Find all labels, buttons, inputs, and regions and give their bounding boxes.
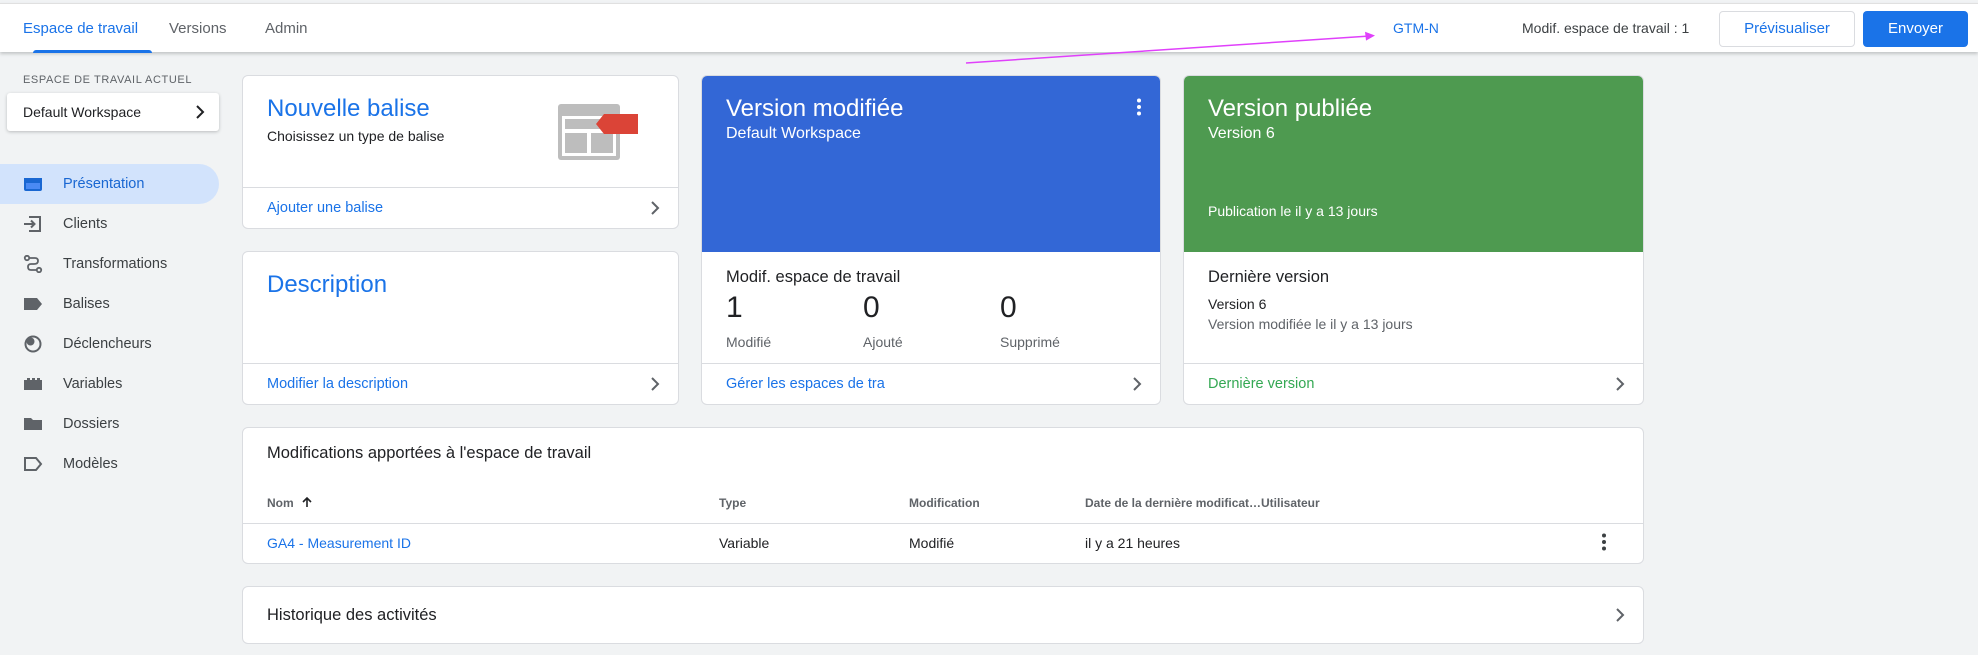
new-tag-subtitle: Choisissez un type de balise: [267, 128, 445, 144]
chevron-right-icon: [651, 201, 660, 215]
trigger-icon: [24, 335, 42, 353]
edit-description-link[interactable]: Modifier la description: [267, 364, 408, 404]
annotation-arrow: [965, 31, 1375, 64]
deleted-count: 0: [1000, 291, 1017, 324]
row-date: il y a 21 heures: [1085, 535, 1180, 551]
variables-icon: [24, 378, 42, 390]
sidebar-item-label: Clients: [63, 216, 108, 232]
published-version-card: Version publiée Version 6 Publication le…: [1183, 75, 1644, 405]
column-header-label: Nom: [267, 496, 294, 510]
sidebar-item-label: Dossiers: [63, 416, 120, 432]
transformations-icon: [23, 255, 43, 273]
row-name-link[interactable]: GA4 - Measurement ID: [267, 535, 411, 551]
published-version-number: Version 6: [1208, 125, 1275, 142]
modified-count: 1: [726, 291, 743, 324]
sidebar-item-label: Modèles: [63, 456, 118, 472]
workspace-changes-heading: Modif. espace de travail: [726, 268, 901, 286]
sidebar-item-variables[interactable]: Variables: [0, 364, 219, 404]
modified-version-footer[interactable]: Gérer les espaces de tra: [702, 363, 1160, 404]
modified-version-workspace: Default Workspace: [726, 125, 861, 142]
sidebar-item-label: Balises: [63, 296, 110, 312]
sidebar-item-clients[interactable]: Clients: [0, 204, 219, 244]
description-footer[interactable]: Modifier la description: [243, 363, 678, 404]
chevron-right-icon: [1133, 377, 1142, 391]
new-tag-footer[interactable]: Ajouter une balise: [243, 187, 678, 228]
tag-icon: [24, 298, 42, 310]
tab-workspace[interactable]: Espace de travail: [23, 4, 153, 53]
more-vert-icon[interactable]: [1136, 98, 1142, 116]
chevron-right-icon: [1616, 608, 1625, 622]
sidebar-item-tags[interactable]: Balises: [0, 284, 219, 324]
sidebar-item-templates[interactable]: Modèles: [0, 444, 219, 484]
new-tag-title[interactable]: Nouvelle balise: [267, 95, 430, 123]
row-change: Modifié: [909, 535, 955, 551]
activity-history-card[interactable]: Historique des activités: [242, 586, 1644, 644]
published-version-footer[interactable]: Dernière version: [1184, 363, 1643, 404]
latest-version-heading: Dernière version: [1208, 268, 1330, 286]
sidebar-item-label: Déclencheurs: [63, 336, 152, 352]
workspace-changes-count: Modif. espace de travail : 1: [1522, 20, 1690, 36]
latest-version-number: Version 6: [1208, 296, 1267, 312]
column-header-name[interactable]: Nom: [267, 496, 313, 510]
sidebar-item-label: Transformations: [63, 256, 168, 272]
latest-version-modified: Version modifiée le il y a 13 jours: [1208, 316, 1413, 332]
current-workspace-label: ESPACE DE TRAVAIL ACTUEL: [23, 74, 193, 86]
published-date: Publication le il y a 13 jours: [1208, 203, 1378, 219]
modified-label: Modifié: [726, 334, 772, 350]
tag-illustration-icon: [558, 104, 638, 160]
add-tag-link[interactable]: Ajouter une balise: [267, 188, 383, 228]
table-divider: [243, 523, 1643, 524]
more-vert-icon[interactable]: [1601, 533, 1607, 551]
modified-version-card: Version modifiée Default Workspace Modif…: [701, 75, 1161, 405]
workspace-selector[interactable]: Default Workspace: [7, 93, 219, 131]
tab-admin[interactable]: Admin: [265, 4, 308, 53]
chevron-right-icon: [651, 377, 660, 391]
latest-version-link[interactable]: Dernière version: [1208, 364, 1314, 404]
added-count: 0: [863, 291, 880, 324]
added-label: Ajouté: [863, 334, 903, 350]
overview-icon: [24, 178, 42, 191]
column-header-type[interactable]: Type: [719, 496, 746, 510]
modified-version-title: Version modifiée: [726, 95, 904, 122]
column-header-change[interactable]: Modification: [909, 496, 980, 510]
arrow-up-icon: [302, 496, 312, 507]
sidebar-item-triggers[interactable]: Déclencheurs: [0, 324, 219, 364]
manage-workspaces-link[interactable]: Gérer les espaces de tra: [726, 364, 885, 404]
sidebar-item-label: Variables: [63, 376, 123, 392]
row-type: Variable: [719, 535, 770, 551]
column-header-user[interactable]: Utilisateur: [1261, 496, 1320, 510]
sidebar-item-folders[interactable]: Dossiers: [0, 404, 219, 444]
sidebar-item-transformations[interactable]: Transformations: [0, 244, 219, 284]
chevron-right-icon: [196, 105, 205, 119]
sidebar-item-overview[interactable]: Présentation: [0, 164, 219, 204]
deleted-label: Supprimé: [1000, 334, 1060, 350]
tab-versions[interactable]: Versions: [169, 4, 227, 53]
sidebar-item-label: Présentation: [63, 176, 145, 192]
workspace-changes-table: Modifications apportées à l'espace de tr…: [242, 427, 1644, 564]
folder-icon: [24, 418, 42, 430]
container-id-link[interactable]: GTM-N: [1393, 4, 1439, 53]
description-title: Description: [267, 271, 388, 298]
workspace-name: Default Workspace: [23, 104, 142, 120]
templates-icon: [24, 457, 43, 471]
new-tag-card: Nouvelle balise Choisissez un type de ba…: [242, 75, 679, 229]
chevron-right-icon: [1616, 377, 1625, 391]
submit-button[interactable]: Envoyer: [1863, 11, 1968, 47]
table-title: Modifications apportées à l'espace de tr…: [267, 444, 592, 462]
column-header-date[interactable]: Date de la dernière modificat…: [1085, 496, 1261, 510]
published-version-title: Version publiée: [1208, 95, 1373, 122]
preview-button[interactable]: Prévisualiser: [1719, 11, 1855, 47]
activity-history-title: Historique des activités: [267, 606, 437, 624]
description-card: Description Modifier la description: [242, 251, 679, 405]
clients-icon: [24, 216, 41, 232]
